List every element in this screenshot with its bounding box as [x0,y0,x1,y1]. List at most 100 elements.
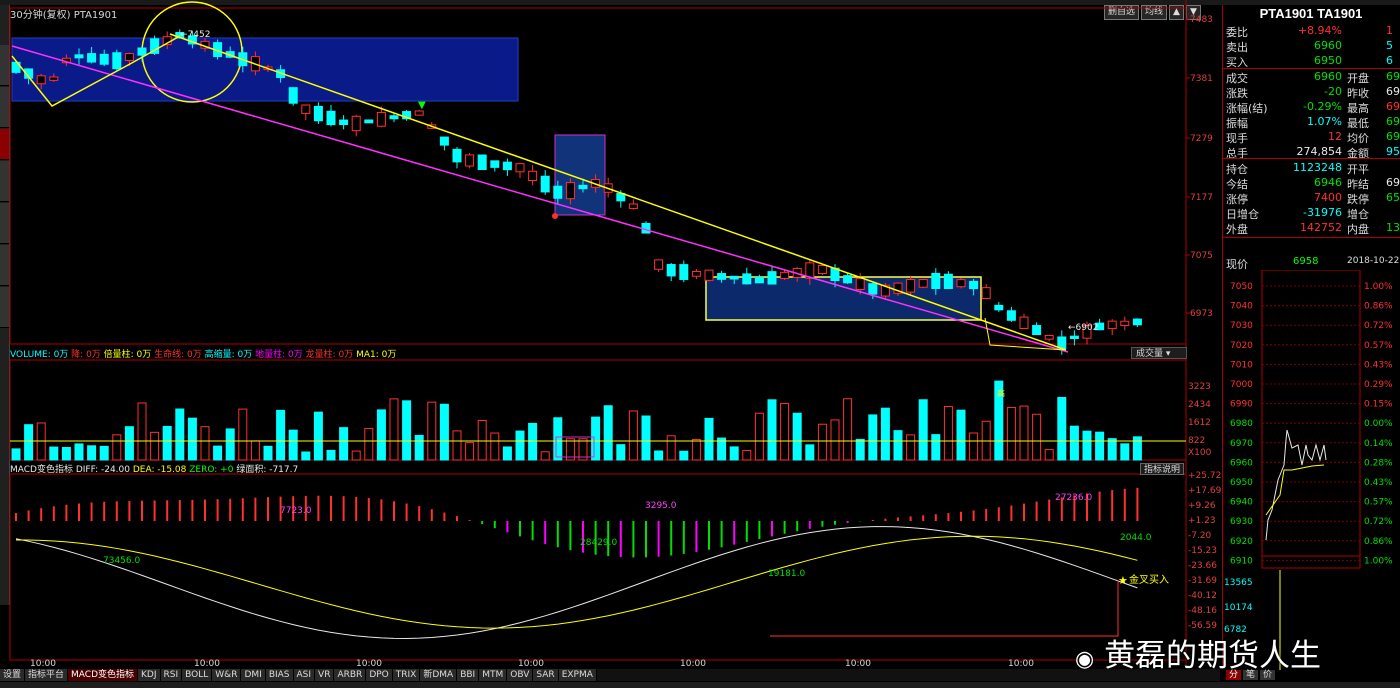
indicator-tab[interactable]: SAR [533,669,559,681]
kline-chart-area[interactable]: 7483 7381 7279 7177 7075 6973 ▼ 3223 2434 1612 8… [0,0,1222,668]
quote-ql2: 昨收 [1347,87,1369,100]
macd-area-label: 3295.0 [645,501,677,511]
indicator-tab[interactable]: 新DMA [420,669,458,681]
volume-bar [74,443,84,461]
indicator-tab[interactable]: ASI [293,669,316,681]
volume-bar [704,417,714,461]
mini-pct-label: 0.29% [1364,380,1393,390]
volume-bar [868,414,878,461]
indicator-help-button[interactable]: 指标说明 [1140,463,1184,475]
candle-body [124,53,134,61]
volume-bar [439,403,449,461]
legend-item: 龙量柱: 0万 [305,350,357,360]
intraday-mini-chart[interactable]: 7050 1.00% 7040 0.86% 7030 0.72% 7020 0.57% 7010… [1222,270,1400,670]
volume-axis-label: 822 [1188,436,1205,446]
candle-body [414,110,424,116]
volume-bar [137,402,147,461]
indicator-tab[interactable]: W&R [212,669,242,681]
quote-row: 振幅 1.07% 最低 691 [1226,115,1400,130]
volume-bar [943,405,953,461]
quote-qv2: 696 [1386,176,1400,189]
mini-price-label: 7010 [1230,360,1253,370]
indicator-tab[interactable]: ARBR [334,669,367,681]
time-axis-label: 10:00 [680,659,706,668]
mini-price-label: 7030 [1230,321,1253,331]
volume-bar [805,444,815,461]
time-axis-label: 10:00 [356,659,382,668]
quote-row: 买入 6950 6 [1226,54,1400,69]
indicator-tab[interactable]: OBV [507,669,534,681]
macd-axis-label: -15.23 [1188,546,1217,556]
volume-bar [263,445,273,461]
candle-body [780,271,790,279]
volume-bar [61,447,71,461]
candle-body [49,76,59,81]
indicator-tab[interactable]: TRIX [392,669,421,681]
volume-axis-label: 1612 [1188,418,1211,428]
price-axis-label: 6973 [1190,309,1213,319]
candle-body [439,136,449,146]
candle-body [553,185,563,199]
mini-pct-label: 0.14% [1364,439,1393,449]
price-axis-label: 7075 [1190,251,1213,261]
quote-ql2: 跌停 [1347,193,1369,206]
indicator-tab[interactable]: VR [315,669,335,681]
indicator-tab[interactable]: BIAS [265,669,294,681]
quote-row: 今结 6946 昨结 696 [1226,176,1400,191]
volume-bar [351,450,361,461]
mini-pct-label: 0.72% [1364,517,1393,527]
indicator-tab[interactable]: RSI [160,669,183,681]
quote-ql: 成交 [1226,72,1248,85]
quote-qv: 274,854 [1296,145,1343,158]
volume-bar [691,439,701,461]
indicator-tab[interactable]: MTM [479,669,508,681]
candle-body [515,163,525,173]
mini-price-label: 7020 [1230,341,1253,351]
volume-bar [628,410,638,461]
mini-price-label: 6910 [1230,556,1253,566]
candle-body [339,119,349,126]
macd-area-label: 7723.0 [280,506,312,516]
indicator-tab[interactable]: MACD变色指标 [68,669,139,681]
volume-bar [112,434,122,461]
indicator-tab[interactable]: KDJ [138,669,161,681]
volume-bar [502,446,512,461]
candle-body [729,275,739,280]
quote-ql: 外盘 [1226,223,1248,236]
indicator-tab[interactable]: EXPMA [558,669,597,681]
quote-qv: 1.07% [1307,115,1342,128]
candle-body [767,271,777,285]
mini-pct-label: 1.00% [1364,556,1393,566]
price-axis-label: 7483 [1190,15,1213,25]
quote-ql2: 开盘 [1347,72,1369,85]
indicator-tab[interactable]: DMI [241,669,266,681]
legend-item: DEA: -15.08 [132,465,190,475]
indicator-tab[interactable]: DPO [366,669,393,681]
quote-ql: 今结 [1226,178,1248,191]
indicator-tab[interactable]: 指标平台 [25,669,69,681]
mini-price-label: 6940 [1230,498,1253,508]
macd-axis-label: -23.66 [1188,561,1217,571]
candle-body [704,269,714,281]
candle-body [628,203,638,209]
mini-pct-label: 0.86% [1364,537,1393,547]
panel-frame [9,473,1187,661]
macd-axis-label: -31.69 [1188,576,1217,586]
legend-item: 高缩量: 0万 [204,350,256,360]
quote-qv: 6960 [1314,39,1342,52]
quote-divider [1222,158,1400,159]
indicator-tab[interactable]: BOLL [182,669,213,681]
candle-body [578,184,588,190]
macd-legend: MACD变色指标 DIFF: -24.00 DEA: -15.08 ZERO: … [10,462,298,475]
trend-line [11,45,1069,353]
quote-qv2: 1 [1386,24,1393,37]
indicator-tab[interactable]: 设置 [0,669,26,681]
volume-bar [1082,430,1092,461]
quote-ql2: 昨结 [1347,178,1369,191]
legend-item: 生命线: 0万 [154,350,205,360]
mini-pct-label: 0.15% [1364,400,1393,410]
indicator-tab[interactable]: BBI [457,669,480,681]
quote-ql: 持仓 [1226,163,1248,176]
volume-bar [376,409,386,461]
volume-select[interactable]: 成交量 ▾ [1131,347,1187,359]
